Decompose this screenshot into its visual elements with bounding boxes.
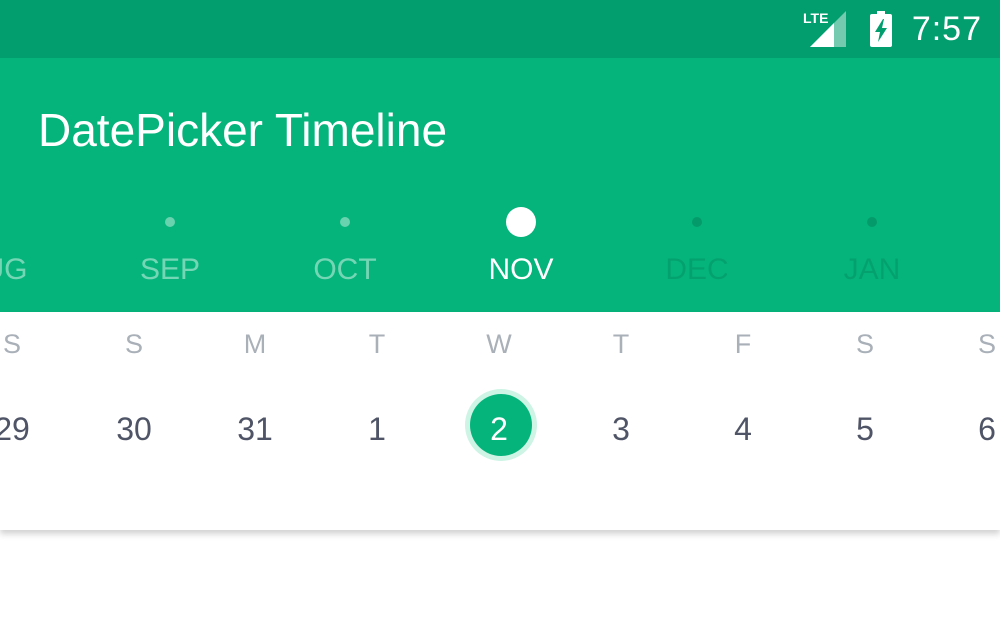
month-dot — [506, 207, 536, 237]
month-dot — [692, 217, 702, 227]
weekday-label: T — [368, 329, 386, 359]
status-time: 7:57 — [911, 9, 982, 48]
day-item[interactable]: 5 — [825, 410, 905, 448]
weekday-label: W — [486, 329, 512, 359]
lte-signal-icon: LTE — [803, 10, 846, 47]
page-title: DatePicker Timeline — [38, 104, 448, 156]
day-item[interactable]: 31 — [215, 410, 295, 448]
month-item-dec[interactable]: DEC — [627, 252, 767, 288]
weekday-label: S — [2, 329, 21, 359]
day-item[interactable]: 1 — [337, 410, 417, 448]
day-item-selected[interactable]: 2 — [459, 410, 539, 448]
day-item[interactable]: 4 — [703, 410, 783, 448]
month-dot — [340, 217, 350, 227]
svg-text:LTE: LTE — [803, 10, 828, 26]
weekday-label: S — [855, 329, 874, 359]
month-item-sep[interactable]: SEP — [100, 252, 240, 288]
status-bar: LTE 7:57 — [0, 0, 1000, 58]
month-dot — [165, 217, 175, 227]
month-dot — [867, 217, 877, 227]
day-item[interactable]: 30 — [94, 410, 174, 448]
weekday-label: S — [977, 329, 996, 359]
weekday-label: T — [612, 329, 630, 359]
month-item-nov[interactable]: NOV — [451, 252, 591, 288]
battery-charging-icon — [869, 11, 892, 47]
weekday-label: F — [734, 329, 752, 359]
day-timeline[interactable]: S 29 S 30 M 31 T 1 W 2 T 3 F 4 S 5 S 6 — [0, 312, 1000, 530]
weekday-label: M — [243, 329, 267, 359]
weekday-label: S — [124, 329, 143, 359]
status-icons: LTE 7:57 — [802, 0, 982, 58]
month-item-aug[interactable]: AUG — [0, 252, 65, 288]
month-item-oct[interactable]: OCT — [275, 252, 415, 288]
month-item-jan[interactable]: JAN — [802, 252, 942, 288]
day-item[interactable]: 6 — [947, 410, 1000, 448]
day-item[interactable]: 3 — [581, 410, 661, 448]
day-item[interactable]: 29 — [0, 410, 52, 448]
